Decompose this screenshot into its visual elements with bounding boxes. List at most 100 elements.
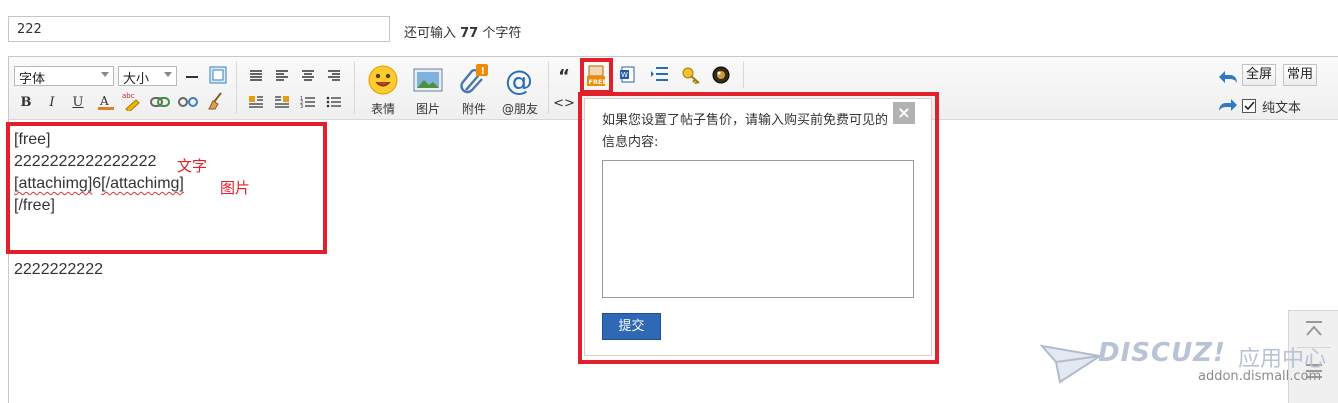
toolbar-separator xyxy=(236,62,237,114)
emoticon-button[interactable]: 表情 xyxy=(364,62,402,116)
paperclip-icon: ! xyxy=(460,64,488,94)
media-disc-icon xyxy=(712,66,730,84)
svg-text:@: @ xyxy=(505,64,533,96)
page-break-button[interactable] xyxy=(650,65,670,85)
horizontal-rule-icon xyxy=(186,76,198,78)
char-hint-count: 77 xyxy=(460,26,479,41)
char-count-hint: 还可输入 77 个字符 xyxy=(404,22,521,41)
quote-icon: “ xyxy=(558,65,570,87)
image-label: 图片 xyxy=(415,102,440,116)
mention-friend-button[interactable]: @ @朋友 xyxy=(498,62,542,116)
toolbar-separator xyxy=(548,62,549,114)
font-color-button[interactable]: A xyxy=(96,92,116,112)
size-select[interactable]: 大小 xyxy=(118,66,177,87)
plain-text-label: 纯文本 xyxy=(1262,101,1302,116)
undo-arrow-icon xyxy=(1219,71,1237,83)
underline-icon: U xyxy=(72,94,84,110)
char-hint-prefix: 还可输入 xyxy=(404,26,461,41)
code-button[interactable]: <> xyxy=(553,93,575,113)
link-button[interactable] xyxy=(150,92,170,112)
font-select-label: 字体 xyxy=(19,72,46,87)
subject-input[interactable] xyxy=(8,16,390,42)
at-icon: @ xyxy=(505,64,533,96)
highlight-popup xyxy=(578,92,939,364)
align-center-button[interactable] xyxy=(298,66,318,86)
align-justify-button[interactable] xyxy=(246,66,266,86)
font-color-icon: A xyxy=(98,94,114,110)
toolbar-separator xyxy=(743,62,744,88)
horizontal-rule-button[interactable] xyxy=(182,66,202,86)
attachment-label: 附件 xyxy=(461,102,486,116)
paper-plane-icon xyxy=(1040,344,1102,384)
unlink-icon xyxy=(178,97,198,107)
svg-text:abc: abc xyxy=(122,92,135,100)
unlink-button[interactable] xyxy=(178,92,198,112)
bold-button[interactable]: B xyxy=(16,92,36,112)
chevron-down-icon xyxy=(164,72,172,77)
mention-friend-label: @朋友 xyxy=(501,102,538,116)
svg-text:W: W xyxy=(621,71,628,79)
chevron-down-icon xyxy=(101,72,109,77)
fullscreen-button[interactable]: 全屏 xyxy=(1242,64,1277,86)
media-button[interactable] xyxy=(711,65,731,85)
align-left-icon xyxy=(276,70,288,81)
attachment-button[interactable]: ! 附件 xyxy=(454,62,494,116)
unordered-list-button[interactable] xyxy=(324,92,344,112)
float-left-icon xyxy=(249,96,263,108)
float-right-icon xyxy=(275,96,289,108)
content-line-trailing: 2222222222 xyxy=(14,261,103,278)
float-left-button[interactable] xyxy=(246,92,266,112)
watermark-brand: DISCUZ! xyxy=(1098,338,1226,368)
fullscreen-label: 全屏 xyxy=(1246,67,1273,82)
page-break-icon xyxy=(651,67,668,81)
bold-icon: B xyxy=(20,94,32,110)
char-hint-suffix: 个字符 xyxy=(478,26,522,41)
word-document-icon: W xyxy=(620,66,635,83)
key-icon xyxy=(682,67,700,84)
underline-button[interactable]: U xyxy=(68,92,88,112)
smiley-icon xyxy=(368,65,398,95)
font-select[interactable]: 字体 xyxy=(14,66,114,87)
toolbar-separator xyxy=(354,62,355,114)
code-icon: <> xyxy=(553,95,575,111)
ordered-list-icon: 123 xyxy=(300,96,315,109)
highlighter-icon: abc xyxy=(122,92,140,111)
checkmark-icon xyxy=(1244,101,1255,111)
password-button[interactable] xyxy=(681,65,701,85)
clear-format-button[interactable] xyxy=(206,91,226,111)
italic-icon: I xyxy=(49,94,55,110)
emoticon-label: 表情 xyxy=(370,102,395,116)
align-right-button[interactable] xyxy=(324,66,344,86)
undo-button[interactable] xyxy=(1218,67,1238,87)
table-icon xyxy=(209,66,227,84)
image-icon xyxy=(413,68,443,92)
watermark-url: addon.dismall.com xyxy=(1198,369,1322,384)
highlight-free-button xyxy=(580,58,613,94)
svg-text:3: 3 xyxy=(300,104,303,109)
redo-button[interactable] xyxy=(1218,95,1238,115)
link-icon xyxy=(150,97,170,107)
svg-text:!: ! xyxy=(481,66,486,77)
plain-text-checkbox[interactable] xyxy=(1242,99,1256,113)
align-right-icon xyxy=(328,70,340,81)
size-select-label: 大小 xyxy=(123,72,150,87)
align-center-icon xyxy=(302,70,314,81)
background-color-button[interactable]: abc xyxy=(122,91,142,111)
redo-arrow-icon xyxy=(1219,99,1237,111)
quote-button[interactable]: “ xyxy=(554,65,574,87)
unordered-list-icon xyxy=(326,96,341,108)
ordered-list-button[interactable]: 123 xyxy=(298,92,318,112)
italic-button[interactable]: I xyxy=(42,92,62,112)
common-label: 常用 xyxy=(1287,67,1314,82)
broom-icon xyxy=(208,92,222,110)
svg-text:A: A xyxy=(99,94,109,108)
back-to-top-icon xyxy=(1306,321,1322,336)
float-right-button[interactable] xyxy=(272,92,292,112)
align-left-button[interactable] xyxy=(272,66,292,86)
align-justify-icon xyxy=(250,70,262,81)
table-button[interactable] xyxy=(208,65,228,85)
common-button[interactable]: 常用 xyxy=(1283,64,1318,86)
image-button[interactable]: 图片 xyxy=(410,62,446,116)
highlight-free-block xyxy=(6,122,327,254)
word-paste-button[interactable]: W xyxy=(618,65,638,85)
